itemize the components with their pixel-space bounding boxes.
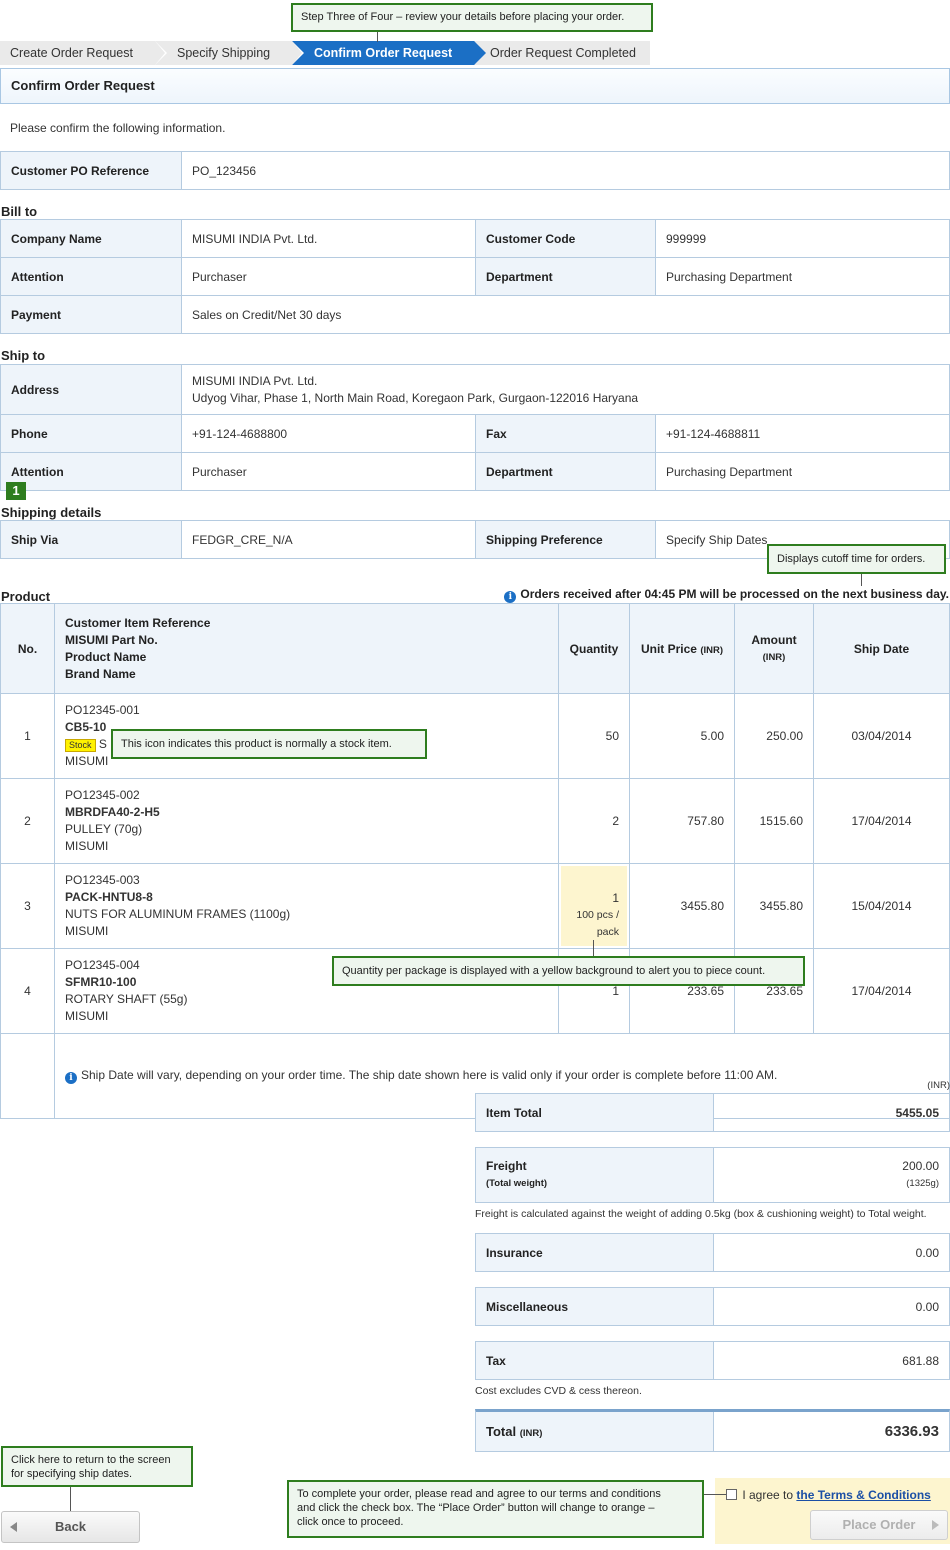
quantity-callout: Quantity per package is displayed with a… <box>332 956 805 986</box>
agree-checkbox[interactable] <box>726 1489 737 1500</box>
shipping-preference-label: Shipping Preference <box>475 520 656 559</box>
tax-row: Tax 681.88 <box>475 1341 950 1380</box>
totals-currency: (INR) <box>927 1080 950 1091</box>
ship-to-table: Address MISUMI INDIA Pvt. Ltd. Udyog Vih… <box>0 364 950 491</box>
customer-code-label: Customer Code <box>475 219 656 258</box>
info-icon: i <box>65 1072 77 1084</box>
col-ship-date: Ship Date <box>813 603 950 694</box>
table-row: 3 PO12345-003 PACK-HNTU8-8 NUTS FOR ALUM… <box>0 863 950 949</box>
annotation-marker-1: 1 <box>6 482 26 500</box>
back-button[interactable]: Back <box>1 1511 140 1543</box>
step-specify-shipping: Specify Shipping <box>155 41 304 65</box>
phone-label: Phone <box>0 414 182 453</box>
place-order-button[interactable]: Place Order <box>810 1510 948 1540</box>
callout-leader <box>861 574 862 586</box>
po-table: Customer PO Reference PO_123456 <box>0 151 950 190</box>
bill-department-label: Department <box>475 257 656 296</box>
address-line-1: MISUMI INDIA Pvt. Ltd. <box>192 373 318 388</box>
ship-department-label: Department <box>475 452 656 491</box>
po-label: Customer PO Reference <box>0 151 182 190</box>
col-unit-price: Unit Price (INR) <box>629 603 735 694</box>
stock-badge-icon: Stock <box>65 739 96 752</box>
product-title: Product <box>1 589 51 604</box>
ship-via-value: FEDGR_CRE_N/A <box>181 520 476 559</box>
customer-code-value: 999999 <box>655 219 950 258</box>
terms-link[interactable]: the Terms & Conditions <box>796 1488 930 1502</box>
step-create-order: Create Order Request <box>0 41 167 65</box>
phone-value: +91-124-4688800 <box>181 414 476 453</box>
package-quantity: 1 100 pcs / pack <box>558 863 630 949</box>
po-value: PO_123456 <box>181 151 950 190</box>
ship-attention-value: Purchaser <box>181 452 476 491</box>
table-row: 2 PO12345-002 MBRDFA40-2-H5 PULLEY (70g)… <box>0 778 950 864</box>
arrow-left-icon <box>10 1522 17 1532</box>
info-icon: i <box>504 591 517 603</box>
callout-leader <box>70 1487 71 1511</box>
grand-total-row: Total (INR) 6336.93 <box>475 1409 950 1452</box>
fax-value: +91-124-4688811 <box>655 414 950 453</box>
ship-department-value: Purchasing Department <box>655 452 950 491</box>
col-amount: Amount (INR) <box>734 603 814 694</box>
company-label: Company Name <box>0 219 182 258</box>
ship-attention-label: Attention <box>0 452 182 491</box>
callout-leader <box>704 1494 726 1495</box>
arrow-right-icon <box>932 1520 939 1530</box>
bill-department-value: Purchasing Department <box>655 257 950 296</box>
address-value: MISUMI INDIA Pvt. Ltd. Udyog Vihar, Phas… <box>181 364 950 415</box>
address-label: Address <box>0 364 182 415</box>
grand-total-value: 6336.93 <box>884 1423 939 1440</box>
back-callout: Click here to return to the screen for s… <box>1 1446 193 1487</box>
company-value: MISUMI INDIA Pvt. Ltd. <box>181 219 476 258</box>
cutoff-notice: i Orders received after 04:45 PM will be … <box>504 587 949 603</box>
ship-to-title: Ship to <box>1 348 46 363</box>
tax-note: Cost excludes CVD & cess thereon. <box>475 1385 642 1397</box>
product-header-row: No. Customer Item Reference MISUMI Part … <box>0 603 950 694</box>
bill-to-title: Bill to <box>1 204 38 219</box>
col-quantity: Quantity <box>558 603 630 694</box>
step-order-completed: Order Request Completed <box>474 41 650 65</box>
intro-text: Please confirm the following information… <box>10 121 226 135</box>
insurance-row: Insurance 0.00 <box>475 1233 950 1272</box>
freight-row: Freight (Total weight) 200.00 (1325g) <box>475 1147 950 1203</box>
callout-leader <box>377 32 378 42</box>
agree-panel: I agree to the Terms & Conditions Place … <box>715 1478 950 1544</box>
terms-callout: To complete your order, please read and … <box>287 1480 704 1538</box>
step-callout: Step Three of Four – review your details… <box>291 3 653 32</box>
miscellaneous-row: Miscellaneous 0.00 <box>475 1287 950 1326</box>
product-table: No. Customer Item Reference MISUMI Part … <box>0 603 950 1119</box>
freight-note: Freight is calculated against the weight… <box>475 1208 927 1220</box>
col-no: No. <box>0 603 55 694</box>
item-total-row: Item Total 5455.05 <box>475 1093 950 1132</box>
cutoff-callout: Displays cutoff time for orders. <box>767 544 946 574</box>
order-steps: Create Order Request Specify Shipping Co… <box>0 41 650 65</box>
bill-to-table: Company Name MISUMI INDIA Pvt. Ltd. Cust… <box>0 219 950 334</box>
page-title: Confirm Order Request <box>0 68 950 104</box>
col-item: Customer Item Reference MISUMI Part No. … <box>54 603 559 694</box>
stock-callout: This icon indicates this product is norm… <box>111 729 427 759</box>
step-confirm-order: Confirm Order Request <box>292 41 486 65</box>
bill-attention-value: Purchaser <box>181 257 476 296</box>
ship-via-label: Ship Via <box>0 520 182 559</box>
bill-attention-label: Attention <box>0 257 182 296</box>
address-line-2: Udyog Vihar, Phase 1, North Main Road, K… <box>192 390 639 405</box>
payment-label: Payment <box>0 295 182 334</box>
payment-value: Sales on Credit/Net 30 days <box>181 295 950 334</box>
callout-leader <box>593 940 594 957</box>
fax-label: Fax <box>475 414 656 453</box>
shipping-details-title: Shipping details <box>1 505 102 520</box>
